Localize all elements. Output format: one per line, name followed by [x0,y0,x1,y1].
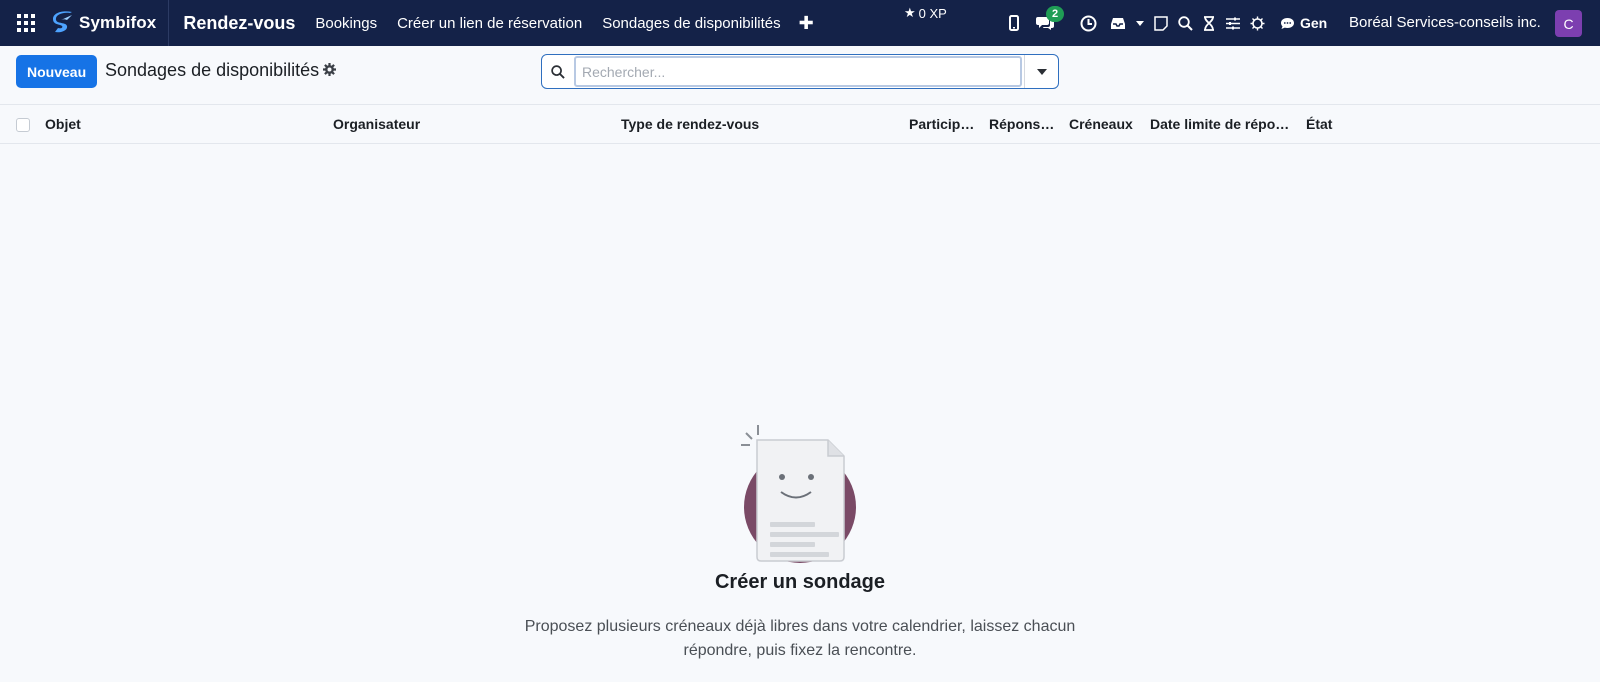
search-icon[interactable] [1176,15,1194,31]
systray: 2 Gen [1004,0,1327,46]
column-subject[interactable]: Objet [45,116,305,132]
user-avatar[interactable]: C [1555,10,1582,37]
column-slots[interactable]: Créneaux [1069,116,1139,132]
messaging-icon[interactable]: 2 [1034,6,1065,31]
empty-state-illustration [738,425,862,570]
caret-down-icon [1036,68,1047,75]
empty-state-title: Créer un sondage [714,571,886,593]
symbifox-logo-icon [53,11,72,33]
search-options-toggle[interactable] [1024,55,1058,88]
chevron-down-icon[interactable] [1134,20,1146,26]
mobile-icon[interactable] [1004,15,1024,31]
new-button[interactable]: Nouveau [16,55,98,88]
brand-logo[interactable]: Symbifox [52,0,170,46]
chat-bubble-icon [1281,17,1294,29]
top-navbar: Symbifox Rendez-vous Bookings Créer un l… [0,0,1600,46]
menu-item-create-booking-link[interactable]: Créer un lien de réservation [397,15,582,32]
apps-menu-icon[interactable] [0,0,52,46]
menu-item-availability-polls[interactable]: Sondages de disponibilités [602,15,780,32]
add-menu-icon[interactable]: ✚ [799,13,814,34]
company-switcher[interactable]: Boréal Services-conseils inc. [1349,14,1541,31]
page-title: Sondages de disponibilités [105,60,320,80]
hourglass-icon[interactable] [1200,15,1218,31]
column-participants[interactable]: Participants [909,116,977,132]
xp-value: 0 XP [918,5,947,21]
xp-indicator[interactable]: ★ 0 XP [904,5,947,21]
note-icon[interactable] [1152,15,1170,31]
column-status[interactable]: État [1306,116,1366,132]
brand-name: Symbifox [79,13,157,32]
menu-item-bookings[interactable]: Bookings [315,15,377,32]
star-icon: ★ [904,5,916,20]
select-all-checkbox[interactable] [16,118,30,132]
column-organizer[interactable]: Organisateur [333,116,593,132]
gen-label: Gen [1300,15,1328,31]
column-appointment-type[interactable]: Type de rendez-vous [621,116,881,132]
column-responses[interactable]: Réponses [989,116,1055,132]
gen-ai-button[interactable]: Gen [1280,15,1327,31]
bug-icon[interactable] [1248,16,1266,31]
column-response-deadline[interactable]: Date limite de réponse [1150,116,1290,132]
search-icon[interactable] [542,64,574,79]
empty-state-text: Proposez plusieurs créneaux déjà libres … [524,618,1076,659]
search-input[interactable] [574,56,1022,87]
messaging-badge: 2 [1046,6,1065,22]
inbox-icon[interactable] [1108,17,1128,30]
app-title[interactable]: Rendez-vous [183,13,295,34]
search-bar [541,54,1059,89]
list-header: Objet Organisateur Type de rendez-vous P… [0,104,1600,144]
settings-sliders-icon[interactable] [1224,17,1242,30]
gear-icon[interactable] [323,63,336,81]
activity-clock-icon[interactable] [1078,15,1098,32]
